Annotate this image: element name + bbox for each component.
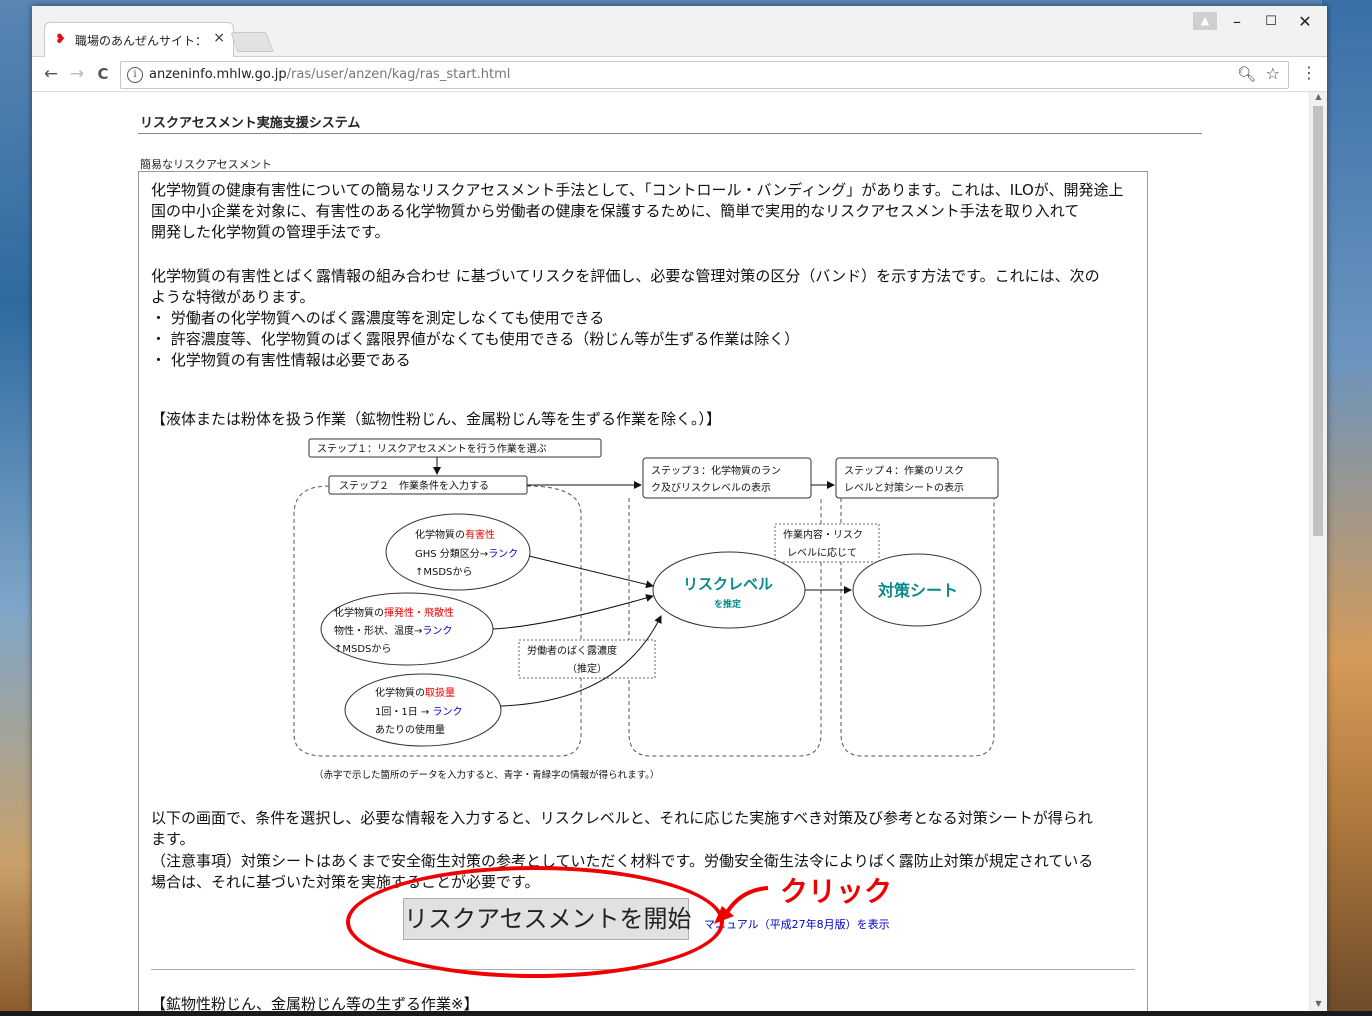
step4-label-b: レベルと対策シートの表示 — [844, 481, 964, 494]
click-annotation: クリック — [780, 875, 893, 908]
volatility-msds-label: ↑MSDSから — [334, 643, 391, 655]
page-viewport: リスクアセスメント実施支援システム 簡易なリスクアセスメント 化学物質の健康有害… — [32, 92, 1327, 1011]
step1-label: ステップ１：リスクアセスメントを行う作業を選ぶ — [317, 442, 547, 455]
step3-label-a: ステップ３：化学物質のラン — [651, 464, 781, 477]
forward-button[interactable]: → — [66, 63, 88, 85]
browser-tab[interactable]: ❥ 職場のあんぜんサイト：化学 × — [44, 22, 234, 57]
browser-window: ❥ 職場のあんぜんサイト：化学 × ▲ – ☐ ✕ ← → C i anzeni… — [32, 6, 1327, 1011]
risk-flow-diagram: ステップ１：リスクアセスメントを行う作業を選ぶ ステップ２ 作業条件を入力する … — [293, 438, 999, 781]
site-title: リスクアセスメント実施支援システム — [140, 116, 361, 131]
reload-button[interactable]: C — [92, 63, 114, 85]
url-text: anzeninfo.mhlw.go.jp/ras/user/anzen/kag/… — [149, 67, 510, 82]
close-button[interactable]: ✕ — [1287, 10, 1323, 34]
url-path: /ras/user/anzen/kag/ras_start.html — [286, 67, 511, 82]
scrollbar-thumb[interactable] — [1313, 106, 1323, 536]
risk-level-label: リスクレベル — [683, 575, 773, 593]
mineral-heading: 【鉱物性粉じん、金属粉じん等の生ずる作業※】 — [151, 995, 479, 1011]
highlight-ellipse — [346, 866, 724, 978]
scroll-down-icon[interactable]: ▼ — [1310, 999, 1327, 1011]
step3-label-b: ク及びリスクレベルの表示 — [651, 481, 771, 494]
feature-item: ・ 許容濃度等、化学物質のばく露限界値がなくても使用できる（粉じん等が生ずる作業… — [151, 330, 800, 348]
address-bar[interactable]: i anzeninfo.mhlw.go.jp/ras/user/anzen/ka… — [120, 61, 1289, 89]
step2-label: ステップ２ 作業条件を入力する — [339, 479, 489, 492]
exposure-label-a: 労働者のばく露濃度 — [527, 644, 617, 657]
section-divider — [151, 969, 1135, 970]
minimize-button[interactable]: – — [1219, 10, 1255, 34]
feature-item: ・ 労働者の化学物質へのばく露濃度等を測定しなくても使用できる — [151, 309, 605, 327]
section-label: 簡易なリスクアセスメント — [140, 158, 272, 171]
volatility-property-label: 物性・形状、温度→ランク — [334, 624, 452, 637]
back-button[interactable]: ← — [40, 63, 62, 85]
countermeasure-label: 対策シート — [877, 581, 958, 600]
zoom-icon[interactable]: 🔍︎ — [1237, 65, 1256, 83]
maximize-button[interactable]: ☐ — [1253, 10, 1289, 34]
feature-item: ・ 化学物質の有害性情報は必要である — [151, 351, 411, 369]
quantity-usage-label: あたりの使用量 — [375, 723, 445, 736]
vertical-scrollbar[interactable]: ▲ ▼ — [1309, 92, 1327, 1011]
work-condition-label-b: レベルに応じて — [787, 546, 857, 559]
info-icon[interactable]: i — [127, 67, 143, 83]
quantity-label: 化学物質の取扱量 — [375, 686, 455, 699]
method-line: 化学物質の有害性とばく露情報の組み合わせ に基づいてリスクを評価し、必要な管理対… — [151, 267, 1100, 285]
hazard-msds-label: ↑MSDSから — [415, 566, 472, 578]
hazard-arrow — [528, 555, 654, 589]
notice-line: （注意事項）対策シートはあくまで安全衛生対策の参考としていただく材料です。労働安… — [151, 852, 1094, 870]
after-line: ます。 — [151, 830, 195, 848]
url-host: anzeninfo.mhlw.go.jp — [149, 67, 287, 82]
site-favicon-icon: ❥ — [55, 32, 66, 47]
scroll-up-icon[interactable]: ▲ — [1310, 92, 1327, 104]
intro-line: 開発した化学物質の管理手法です。 — [151, 223, 390, 241]
hazard-label: 化学物質の有害性 — [415, 528, 495, 541]
taskbar — [0, 1011, 1372, 1016]
exposure-label-b: （推定） — [567, 662, 607, 675]
work-condition-label-a: 作業内容・リスク — [783, 528, 863, 541]
click-arrow-icon — [714, 886, 769, 924]
after-line: 以下の画面で、条件を選択し、必要な情報を入力すると、リスクレベルと、それに応じた… — [151, 809, 1093, 827]
desktop-wallpaper-edge — [1322, 0, 1372, 1016]
intro-line: 化学物質の健康有害性についての簡易なリスクアセスメント手法として、「コントロール… — [151, 181, 1124, 199]
browser-toolbar: ← → C i anzeninfo.mhlw.go.jp/ras/user/an… — [32, 57, 1327, 92]
volatility-label: 化学物質の揮発性・飛散性 — [334, 606, 454, 619]
liquid-heading: 【液体または粉体を扱う作業（鉱物性粉じん、金属粉じん等を生ずる作業を除く。）】 — [151, 410, 722, 428]
title-bar: ❥ 職場のあんぜんサイト：化学 × ▲ – ☐ ✕ — [32, 6, 1327, 57]
title-divider — [138, 133, 1202, 134]
profile-icon[interactable]: ▲ — [1193, 12, 1217, 30]
quantity-per-label: 1回・1日 → ランク — [375, 706, 462, 718]
hazard-ghs-label: GHS 分類区分→ランク — [415, 548, 518, 560]
menu-icon[interactable]: ⋮ — [1301, 63, 1317, 82]
tab-close-icon[interactable]: × — [213, 30, 225, 46]
bookmark-star-icon[interactable]: ☆ — [1266, 64, 1280, 83]
step4-label-a: ステップ４：作業のリスク — [844, 464, 964, 477]
risk-estimate-label: を推定 — [714, 598, 742, 610]
new-tab-button[interactable] — [230, 32, 274, 52]
tab-title: 職場のあんぜんサイト：化学 — [75, 34, 205, 48]
diagram-caption: （赤字で示した箇所のデータを入力すると、青字・青緑字の情報が得られます。） — [314, 769, 659, 781]
method-line: ような特徴があります。 — [151, 288, 315, 306]
intro-line: 国の中小企業を対象に、有害性のある化学物質から労働者の健康を保護するために、簡単… — [151, 202, 1080, 220]
